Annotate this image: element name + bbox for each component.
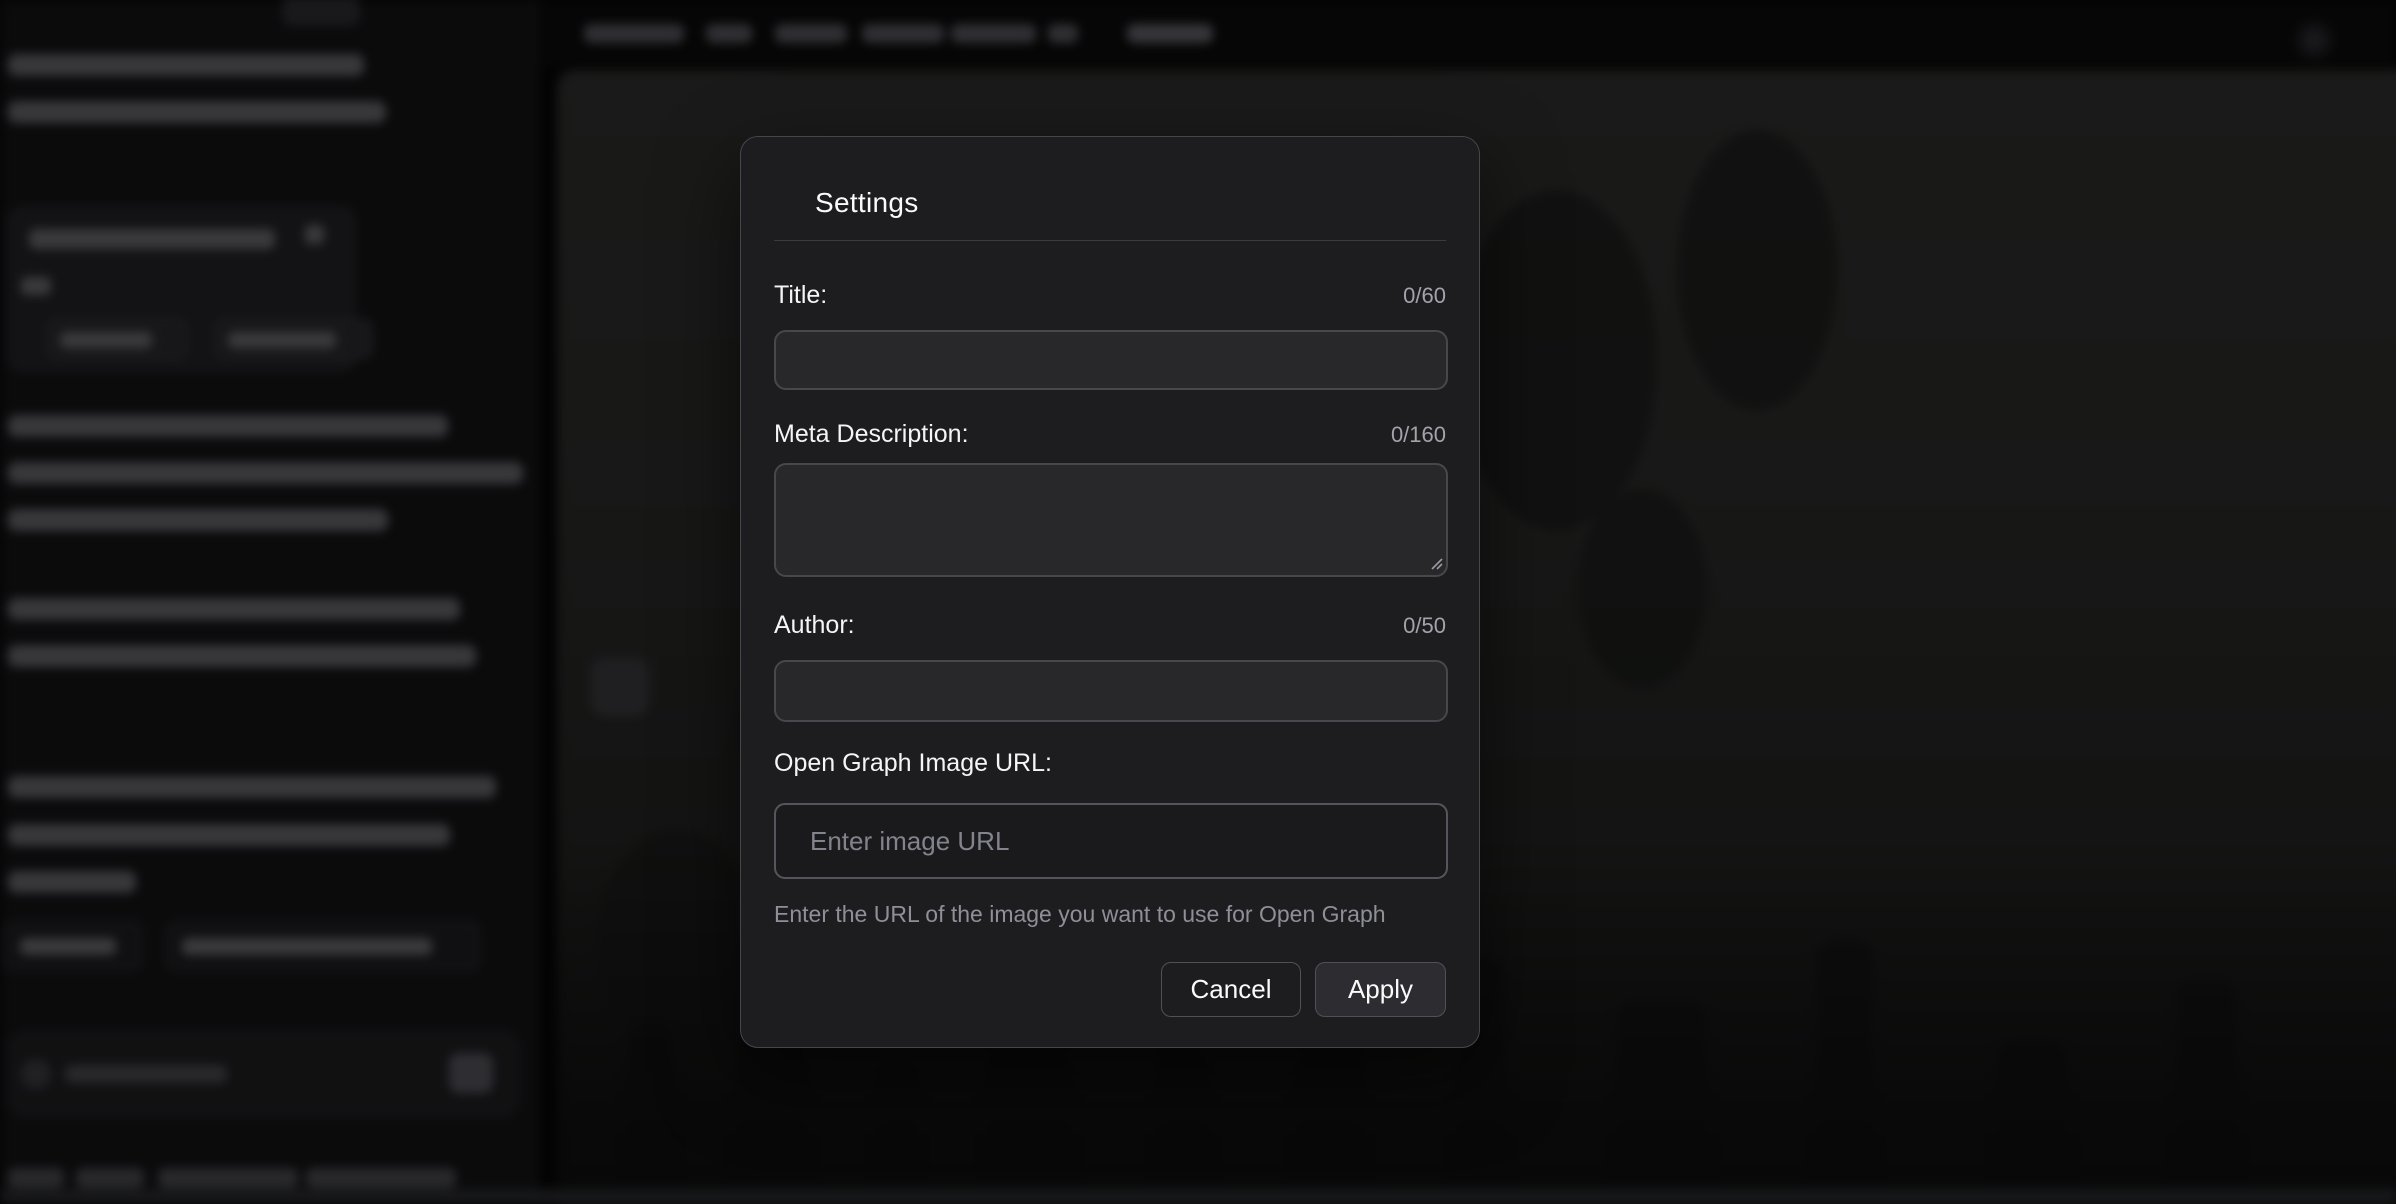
og-image-url-label: Open Graph Image URL: [774,749,1052,778]
title-label: Title: [774,281,827,310]
apply-button[interactable]: Apply [1315,962,1446,1017]
app-screen: Settings Title: 0/60 Meta Description: 0… [0,0,2396,1204]
meta-description-counter: 0/160 [1391,422,1446,448]
meta-description-textarea[interactable] [774,463,1448,577]
title-counter: 0/60 [1403,283,1446,309]
title-input[interactable] [774,330,1448,390]
meta-description-label: Meta Description: [774,420,969,449]
og-image-url-helper: Enter the URL of the image you want to u… [774,901,1446,928]
author-label: Author: [774,611,855,640]
author-input[interactable] [774,660,1448,722]
dialog-separator [774,240,1446,241]
settings-dialog: Settings Title: 0/60 Meta Description: 0… [740,136,1480,1048]
og-image-url-input[interactable] [774,803,1448,879]
cancel-button[interactable]: Cancel [1161,962,1301,1017]
author-counter: 0/50 [1403,613,1446,639]
dialog-title: Settings [815,187,1446,219]
resize-handle-icon[interactable] [1426,553,1443,570]
